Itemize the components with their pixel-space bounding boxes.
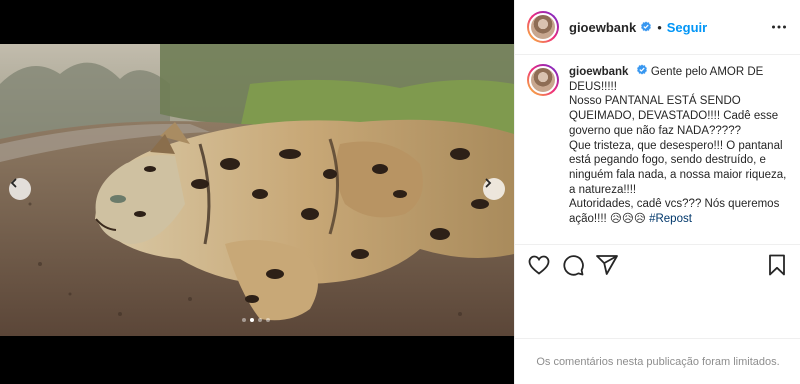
post-media-panel xyxy=(0,0,514,384)
verified-badge-icon xyxy=(641,21,652,32)
hashtag-link[interactable]: #Repost xyxy=(649,213,692,225)
caption-avatar-image xyxy=(529,66,557,94)
comments-limited-notice: Os comentários nesta publicação foram li… xyxy=(515,338,800,384)
bookmark-icon[interactable] xyxy=(765,253,789,277)
ocelot-photo-illustration xyxy=(0,44,514,336)
header-separator: • xyxy=(657,19,662,35)
caption-avatar[interactable] xyxy=(527,64,559,96)
carousel-dot xyxy=(258,318,262,322)
carousel-dot xyxy=(242,318,246,322)
caption-verified-icon xyxy=(636,64,647,75)
heart-icon[interactable] xyxy=(527,253,551,277)
username-link[interactable]: gioewbank xyxy=(569,20,636,35)
post-actions xyxy=(515,244,800,284)
caption-section: gioewbank Gente pelo AMOR DE DEUS!!!!! N… xyxy=(515,64,800,244)
post-photo-ocelot[interactable] xyxy=(0,44,514,336)
avatar-image xyxy=(529,13,557,41)
post-header: gioewbank • Seguir xyxy=(515,0,800,55)
share-icon[interactable] xyxy=(595,253,619,277)
more-options-icon[interactable] xyxy=(771,19,787,35)
caption-text: gioewbank Gente pelo AMOR DE DEUS!!!!! N… xyxy=(569,64,795,227)
comment-icon[interactable] xyxy=(561,253,585,277)
carousel-prev-button[interactable] xyxy=(9,178,31,200)
carousel-dot xyxy=(250,318,254,322)
carousel-indicator xyxy=(242,318,270,322)
avatar[interactable] xyxy=(527,11,559,43)
carousel-dot xyxy=(266,318,270,322)
chevron-left-icon xyxy=(10,178,17,188)
caption-body: Gente pelo AMOR DE DEUS!!!!! Nosso PANTA… xyxy=(569,66,787,226)
post-sidebar: gioewbank • Seguir gioewbank Gente pelo … xyxy=(514,0,800,384)
caption-username-link[interactable]: gioewbank xyxy=(569,66,628,78)
follow-button[interactable]: Seguir xyxy=(667,20,707,35)
chevron-right-icon xyxy=(485,178,492,188)
carousel-next-button[interactable] xyxy=(483,178,505,200)
